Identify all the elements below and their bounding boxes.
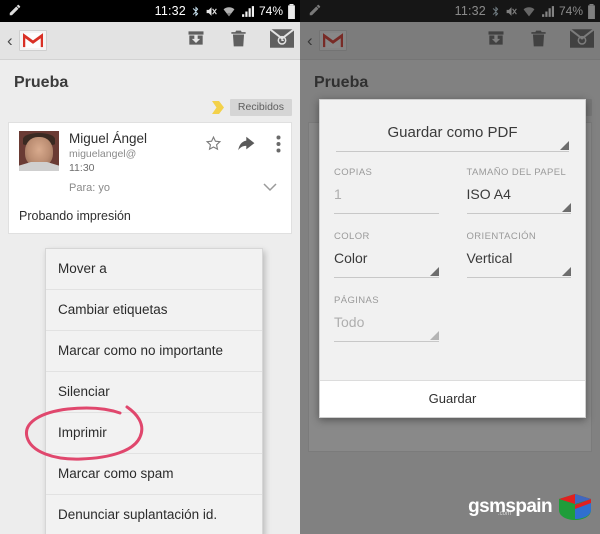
save-button[interactable]: Guardar (320, 381, 585, 417)
color-underline (334, 267, 439, 278)
label-chip-recibidos[interactable]: Recibidos (229, 99, 292, 116)
dimmed-background: 11:32 74% (300, 0, 600, 534)
pages-underline (334, 331, 439, 342)
action-bar-actions (185, 27, 295, 54)
mark-unread-icon[interactable] (269, 27, 295, 53)
sender-name: Miguel Ángel (69, 131, 148, 146)
field-pages[interactable]: PÁGINAS Todo (334, 294, 439, 342)
watermark-suffix: .com (497, 511, 511, 517)
menu-item-marcar-como-spam[interactable]: Marcar como spam (46, 454, 262, 495)
mute-icon (205, 5, 218, 18)
message-card: Miguel Ángel miguelangel@ 11:30 Para: yo (8, 122, 292, 234)
chevron-down-icon (429, 331, 439, 340)
paper-size-label: TAMAÑO DEL PAPEL (466, 167, 567, 178)
left-screen: 11:32 74% ‹ Prueba Recibidos Miguel Ánge… (0, 0, 300, 534)
print-options-right-column: TAMAÑO DEL PAPEL ISO A4 ORIENTACIÓN Vert… (453, 166, 586, 358)
copies-value: 1 (334, 186, 342, 202)
message-body: Probando impresión (19, 209, 131, 223)
expand-chevron-icon[interactable] (263, 179, 281, 197)
reply-icon[interactable] (238, 135, 260, 158)
field-color[interactable]: COLOR Color (334, 230, 439, 278)
recipient-row: Para: yo (69, 179, 281, 197)
status-bar-right: 11:32 74% (155, 0, 296, 22)
bluetooth-icon (190, 4, 201, 18)
print-options-left-column: COPIAS 1 COLOR Color PÁGINAS Todo (320, 166, 453, 358)
label-marker-icon (210, 101, 226, 114)
subject-area: Prueba (0, 60, 300, 96)
color-value: Color (334, 250, 368, 266)
sender-email: miguelangel@ (69, 148, 137, 160)
recipient-label: Para: yo (69, 182, 110, 194)
field-orientation[interactable]: ORIENTACIÓN Vertical (466, 230, 571, 278)
print-dialog: Guardar como PDF COPIAS 1 COLOR Color PÁ… (319, 99, 586, 418)
copies-underline (334, 213, 439, 214)
chevron-down-icon (562, 267, 571, 276)
menu-item-denunciar-suplantacion[interactable]: Denunciar suplantación id. (46, 495, 262, 534)
orientation-value: Vertical (466, 250, 513, 266)
printer-name: Guardar como PDF (387, 124, 518, 141)
gmail-icon[interactable] (18, 30, 47, 51)
color-label: COLOR (334, 231, 370, 242)
menu-item-mover-a[interactable]: Mover a (46, 249, 262, 290)
field-paper-size[interactable]: TAMAÑO DEL PAPEL ISO A4 (466, 166, 571, 214)
star-icon[interactable] (205, 135, 222, 157)
menu-item-imprimir[interactable]: Imprimir (46, 413, 262, 454)
archive-icon[interactable] (185, 28, 207, 53)
pages-value: Todo (334, 314, 365, 330)
back-button[interactable]: ‹ (7, 32, 13, 49)
orientation-label: ORIENTACIÓN (466, 231, 537, 242)
orientation-underline (466, 267, 571, 278)
chevron-down-icon (562, 203, 571, 212)
menu-item-cambiar-etiquetas[interactable]: Cambiar etiquetas (46, 290, 262, 331)
pages-label: PÁGINAS (334, 295, 380, 306)
labels-row: Recibidos (0, 96, 300, 122)
chevron-down-icon (560, 141, 569, 150)
message-actions (205, 131, 281, 175)
message-time: 11:30 (69, 162, 95, 174)
right-screen: 11:32 74% (300, 0, 600, 534)
paper-size-underline (466, 203, 571, 214)
copies-label: COPIAS (334, 167, 373, 178)
context-menu: Mover a Cambiar etiquetas Marcar como no… (45, 248, 263, 534)
status-bar: 11:32 74% (0, 0, 300, 22)
chevron-down-icon (429, 267, 439, 276)
battery-percent: 74% (258, 4, 283, 18)
delete-icon[interactable] (229, 28, 248, 54)
printer-selector[interactable]: Guardar como PDF (320, 100, 585, 152)
watermark: gsmspain .com (468, 492, 592, 522)
action-bar: ‹ (0, 22, 300, 60)
overflow-menu-icon[interactable] (276, 135, 281, 158)
pencil-icon (8, 3, 22, 17)
menu-item-marcar-no-importante[interactable]: Marcar como no importante (46, 331, 262, 372)
avatar[interactable] (19, 131, 59, 171)
dialog-spacer (320, 358, 585, 376)
page-title: Prueba (14, 74, 69, 91)
paper-size-value: ISO A4 (466, 186, 511, 202)
print-options-grid: COPIAS 1 COLOR Color PÁGINAS Todo TAMAÑO… (320, 152, 585, 358)
sender-block: Miguel Ángel miguelangel@ 11:30 (69, 131, 205, 175)
gsmspain-logo-icon (559, 494, 591, 520)
field-copies[interactable]: COPIAS 1 (334, 166, 439, 214)
battery-icon (287, 3, 296, 19)
status-time: 11:32 (154, 4, 186, 18)
message-header: Miguel Ángel miguelangel@ 11:30 (19, 131, 281, 175)
wifi-icon (222, 5, 236, 18)
signal-icon (240, 5, 255, 18)
printer-spinner-underline (336, 141, 569, 152)
menu-item-silenciar[interactable]: Silenciar (46, 372, 262, 413)
